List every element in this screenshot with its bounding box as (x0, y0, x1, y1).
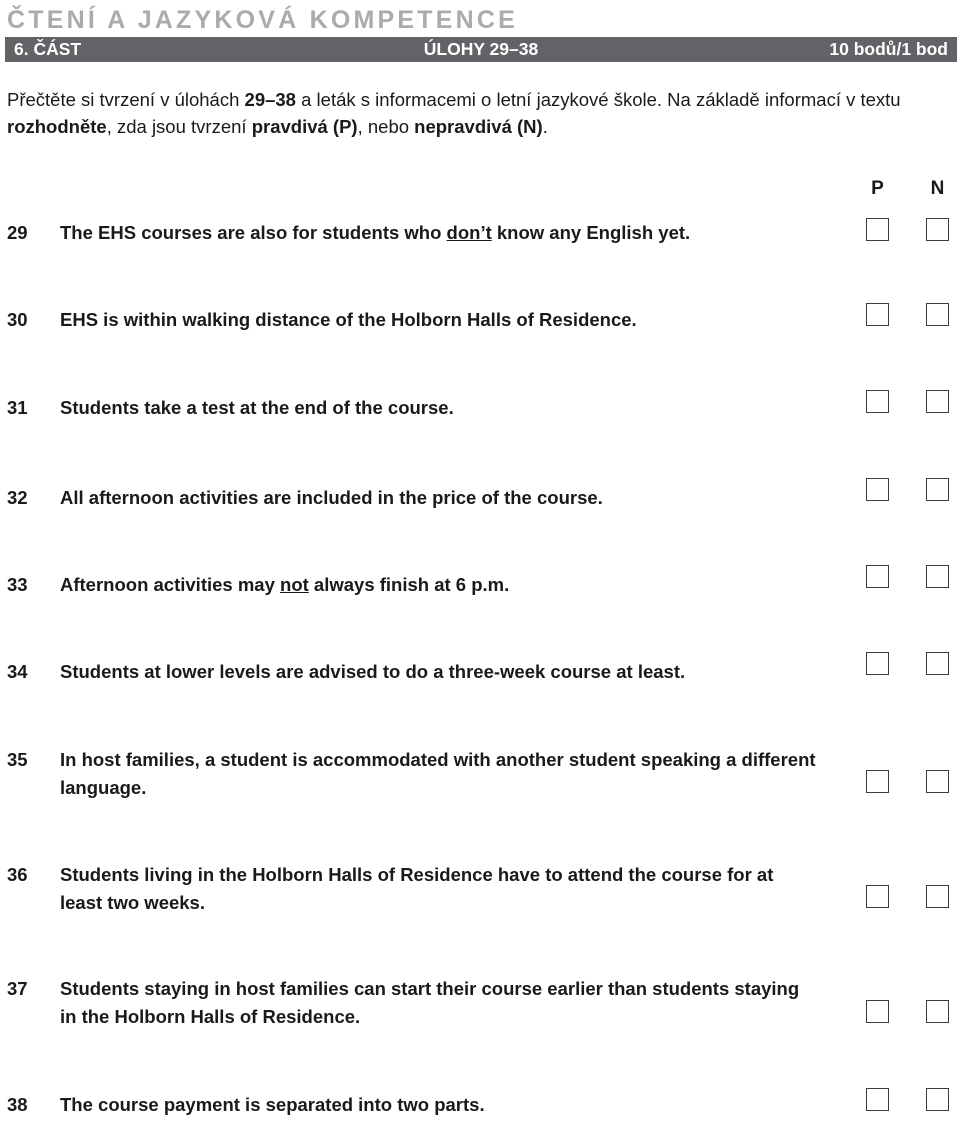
instructions-text-5: , nebo (357, 116, 415, 137)
question-statement: In host families, a student is accommoda… (60, 746, 820, 802)
answer-checkbox-true[interactable] (866, 478, 889, 501)
page-title: ČTENÍ A JAZYKOVÁ KOMPETENCE (7, 6, 518, 34)
answer-checkbox-false[interactable] (926, 303, 949, 326)
statement-text: Afternoon activities may (60, 574, 281, 595)
statement-text: Students take a test at the end of the c… (60, 397, 454, 418)
instructions-text-3: informací v textu (764, 89, 901, 110)
answer-checkbox-true[interactable] (866, 303, 889, 326)
instructions-text-4: , zda jsou tvrzení (106, 116, 252, 137)
question-number: 30 (7, 309, 28, 330)
answer-checkbox-false[interactable] (926, 885, 949, 908)
question-number: 33 (7, 574, 28, 595)
underlined-word: don’t (446, 222, 492, 243)
question-statement: Students take a test at the end of the c… (60, 394, 850, 422)
answer-checkbox-true[interactable] (866, 652, 889, 675)
question-number: 35 (7, 749, 28, 770)
answer-checkbox-false[interactable] (926, 565, 949, 588)
statement-text: always finish at 6 p.m. (308, 574, 510, 595)
answer-checkbox-true[interactable] (866, 1088, 889, 1111)
answer-checkbox-true[interactable] (866, 885, 889, 908)
answer-checkbox-false[interactable] (926, 478, 949, 501)
question-number: 31 (7, 397, 28, 418)
column-header-false: N (930, 178, 945, 199)
question-statement: Afternoon activities may not always fini… (60, 571, 850, 599)
instructions-tasks-range: 29–38 (244, 89, 296, 110)
question-number: 29 (7, 222, 28, 243)
statement-text: Students staying in host families can st… (60, 978, 800, 1027)
question-statement: The course payment is separated into two… (60, 1091, 820, 1119)
question-statement: EHS is within walking distance of the Ho… (60, 306, 850, 334)
statement-text: Students living in the Holborn Halls of … (60, 864, 774, 913)
statement-text: In host families, a student is accommoda… (60, 749, 816, 798)
question-statement: Students staying in host families can st… (60, 975, 820, 1031)
answer-column-headers: P N (0, 178, 960, 202)
instructions-emphasis-false: nepravdivá (N) (414, 116, 543, 137)
statement-text: Students at lower levels are advised to … (60, 661, 686, 682)
instructions-paragraph: Přečtěte si tvrzení v úlohách 29–38 a le… (7, 86, 953, 140)
question-statement: The EHS courses are also for students wh… (60, 219, 850, 247)
underlined-word: not (280, 574, 309, 595)
answer-checkbox-false[interactable] (926, 770, 949, 793)
instructions-text-6: . (542, 116, 548, 137)
question-statement: Students living in the Holborn Halls of … (60, 861, 820, 917)
answer-checkbox-false[interactable] (926, 1000, 949, 1023)
header-tasks-label: ÚLOHY 29–38 (423, 39, 539, 59)
statement-text: All afternoon activities are included in… (60, 487, 603, 508)
answer-checkbox-true[interactable] (866, 770, 889, 793)
answer-checkbox-false[interactable] (926, 652, 949, 675)
instructions-text-2: a leták s informacemi o letní jazykové š… (295, 89, 760, 110)
header-points-label: 10 bodů/1 bod (829, 39, 948, 59)
answer-checkbox-true[interactable] (866, 565, 889, 588)
answer-checkbox-false[interactable] (926, 218, 949, 241)
question-number: 34 (7, 661, 28, 682)
instructions-emphasis-decide: rozhodněte (7, 116, 107, 137)
instructions-text-1: Přečtěte si tvrzení v úlohách (7, 89, 245, 110)
statement-text: EHS is within walking distance of the Ho… (60, 309, 637, 330)
answer-checkbox-false[interactable] (926, 1088, 949, 1111)
question-number: 36 (7, 864, 28, 885)
answer-checkbox-true[interactable] (866, 218, 889, 241)
answer-checkbox-false[interactable] (926, 390, 949, 413)
question-statement: Students at lower levels are advised to … (60, 658, 850, 686)
question-number: 37 (7, 978, 28, 999)
question-statement: All afternoon activities are included in… (60, 484, 850, 512)
question-number: 32 (7, 487, 28, 508)
statement-text: The EHS courses are also for students wh… (60, 222, 447, 243)
statement-text: know any English yet. (491, 222, 691, 243)
instructions-emphasis-true: pravdivá (P) (251, 116, 358, 137)
column-header-true: P (871, 178, 884, 199)
question-number: 38 (7, 1094, 28, 1115)
section-header-bar: 6. ČÁST ÚLOHY 29–38 10 bodů/1 bod (5, 37, 957, 62)
answer-checkbox-true[interactable] (866, 390, 889, 413)
answer-checkbox-true[interactable] (866, 1000, 889, 1023)
statement-text: The course payment is separated into two… (60, 1094, 485, 1115)
